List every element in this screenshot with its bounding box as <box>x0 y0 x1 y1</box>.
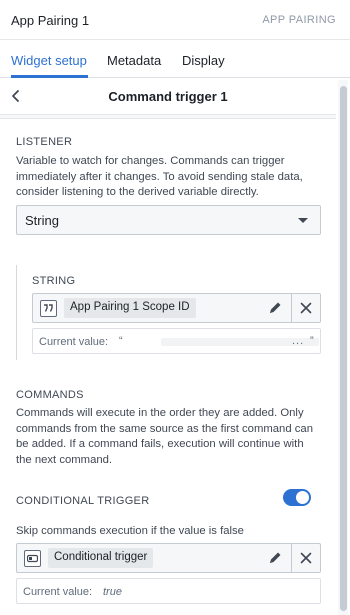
close-quote: ” <box>310 335 314 347</box>
current-value-label: Current value: <box>39 336 109 348</box>
string-section-label: STRING <box>32 275 76 287</box>
tab-metadata[interactable]: Metadata <box>107 53 161 68</box>
quote-icon <box>40 300 57 317</box>
row-divider <box>291 294 292 322</box>
open-quote: “ <box>119 335 123 347</box>
widget-kind-label: APP PAIRING <box>262 14 336 26</box>
string-current-value: Current value: “ ... ” <box>32 328 321 354</box>
toggle-knob <box>296 491 309 504</box>
tab-widget-setup[interactable]: Widget setup <box>11 53 87 68</box>
value-ellipsis: ... <box>292 335 305 347</box>
conditional-variable-row[interactable]: Conditional trigger <box>16 543 321 573</box>
widget-header: App Pairing 1 APP PAIRING <box>0 0 350 40</box>
current-value-label: Current value: <box>23 586 93 598</box>
conditional-value: true <box>103 586 122 598</box>
listener-description: Variable to watch for changes. Commands … <box>16 155 303 198</box>
listener-type-select[interactable]: String <box>16 205 321 235</box>
trigger-header: Command trigger 1 <box>0 78 336 115</box>
string-variable-row[interactable]: App Pairing 1 Scope ID <box>32 293 321 323</box>
close-icon[interactable] <box>297 299 315 317</box>
widget-title: App Pairing 1 <box>11 13 90 28</box>
listener-type-value: String <box>25 213 59 228</box>
tab-display[interactable]: Display <box>182 53 225 68</box>
listener-section-label: LISTENER <box>16 136 73 148</box>
scrollbar-thumb[interactable] <box>340 86 347 611</box>
close-icon[interactable] <box>297 549 315 567</box>
commands-section-label: COMMANDS <box>16 389 84 401</box>
tab-bar: Widget setup Metadata Display <box>0 40 350 78</box>
conditional-current-value: Current value: true <box>16 578 321 604</box>
boolean-icon <box>24 550 41 567</box>
caret-down-icon <box>298 218 308 223</box>
trigger-title: Command trigger 1 <box>108 89 228 104</box>
conditional-description: Skip commands execution if the value is … <box>16 525 244 537</box>
commands-description: Commands will execute in the order they … <box>16 407 313 466</box>
conditional-trigger-toggle[interactable] <box>283 489 311 506</box>
conditional-variable-chip[interactable]: Conditional trigger <box>48 548 154 568</box>
pencil-icon[interactable] <box>266 549 284 567</box>
row-divider <box>291 544 292 572</box>
chevron-left-icon[interactable] <box>9 87 23 105</box>
pencil-icon[interactable] <box>266 299 284 317</box>
string-variable-chip[interactable]: App Pairing 1 Scope ID <box>64 298 196 318</box>
conditional-section-label: CONDITIONAL TRIGGER <box>16 495 150 507</box>
